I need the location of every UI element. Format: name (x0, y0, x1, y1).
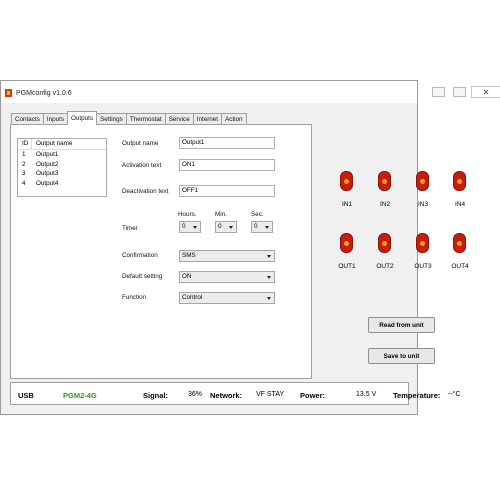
temperature-value: --°C (448, 391, 461, 398)
timer-hours-value: 0 (182, 223, 186, 230)
list-item-name: Output3 (36, 170, 59, 177)
timer-hours-select[interactable]: 0 (179, 221, 201, 233)
close-icon: ✕ (482, 87, 490, 97)
led-out2-label: OUT2 (376, 263, 394, 270)
output-name-field[interactable]: Output1 (179, 137, 275, 149)
temperature-label: Temperature: (393, 391, 441, 400)
list-item-name: Output2 (36, 160, 59, 168)
list-item[interactable]: 1 Output1 (18, 150, 106, 160)
title-bar: PGMconfig v1.0.6 ✕ (1, 81, 500, 103)
window-title: PGMconfig v1.0.6 (16, 90, 72, 97)
chevron-down-icon (267, 276, 271, 279)
timer-min-select[interactable]: 0 (215, 221, 237, 233)
chevron-down-icon (267, 297, 271, 300)
activation-text-field[interactable]: ON1 (179, 159, 275, 171)
close-button[interactable]: ✕ (471, 86, 500, 98)
led-in3-icon (416, 171, 429, 191)
confirmation-select[interactable]: SMS (179, 250, 275, 262)
timer-hours-label: Hours. (178, 211, 197, 218)
chevron-down-icon (229, 226, 233, 229)
default-setting-label: Default setting (122, 273, 163, 280)
activation-text-label: Activation text (122, 162, 162, 169)
led-out3-icon (416, 233, 429, 253)
list-item-name: Output1 (36, 151, 59, 158)
network-label: Network: (210, 391, 243, 400)
app-icon (5, 89, 12, 97)
output-list[interactable]: ID Output name 1 Output1 2 Output2 3 Out… (17, 138, 107, 197)
output-name-label: Output name (122, 140, 159, 147)
tab-outputs[interactable]: Outputs (67, 111, 98, 125)
function-value: Control (182, 294, 203, 301)
led-in2-icon (378, 171, 391, 191)
default-setting-select[interactable]: ON (179, 271, 275, 283)
network-value: VF STAY (256, 391, 285, 398)
list-item-id: 2 (22, 160, 26, 168)
timer-sec-label: Sec. (251, 211, 264, 218)
led-in2-label: IN2 (379, 201, 391, 208)
deactivation-text-field[interactable]: OFF1 (179, 185, 275, 197)
chevron-down-icon (193, 226, 197, 229)
chevron-down-icon (267, 255, 271, 258)
signal-label: Signal: (143, 391, 169, 400)
column-header-id[interactable]: ID (18, 139, 32, 149)
function-label: Function (122, 294, 147, 301)
app-window: PGMconfig v1.0.6 ✕ Contacts Inputs Outpu… (0, 80, 500, 415)
signal-value: 36% (188, 391, 203, 398)
led-out2-icon (378, 233, 391, 253)
timer-sec-value: 0 (254, 223, 258, 230)
timer-label: Timer (122, 225, 138, 232)
status-bar: USB PGM2-4G Signal: 36% Network: VF STAY… (10, 382, 461, 405)
led-in1-label: IN1 (341, 201, 353, 208)
default-setting-value: ON (182, 273, 192, 280)
led-out1-label: OUT1 (338, 263, 356, 270)
save-to-unit-button[interactable]: Save to unit (368, 348, 435, 364)
confirmation-label: Confirmation (122, 252, 158, 259)
chevron-down-icon (265, 226, 269, 229)
read-from-unit-button[interactable]: Read from unit (368, 317, 435, 333)
list-header: ID Output name (18, 139, 106, 150)
confirmation-value: SMS (182, 252, 196, 259)
led-in1-icon (340, 171, 353, 191)
timer-min-value: 0 (218, 223, 222, 230)
connection-type: USB (18, 391, 34, 400)
list-item[interactable]: 3 Output3 (18, 169, 106, 179)
device-model: PGM2-4G (63, 391, 97, 400)
function-select[interactable]: Control (179, 292, 275, 304)
led-in3-label: IN3 (417, 201, 429, 208)
column-header-name[interactable]: Output name (32, 139, 72, 149)
list-item-id: 1 (22, 151, 26, 158)
led-out3-label: OUT3 (414, 263, 432, 270)
list-item-id: 3 (22, 170, 26, 177)
led-in4-icon (453, 171, 466, 191)
deactivation-text-label: Deactivation text (122, 188, 169, 195)
timer-min-label: Min. (215, 211, 227, 218)
list-item-id: 4 (22, 179, 26, 187)
led-out1-icon (340, 233, 353, 253)
power-value: 13.5 V (356, 391, 377, 398)
led-in4-label: IN4 (454, 201, 466, 208)
outputs-panel: ID Output name 1 Output1 2 Output2 3 Out… (10, 124, 312, 379)
minimize-button[interactable] (432, 87, 445, 97)
power-label: Power: (300, 391, 326, 400)
list-item[interactable]: 4 Output4 (18, 179, 106, 189)
list-item-name: Output4 (36, 179, 59, 187)
list-item[interactable]: 2 Output2 (18, 160, 106, 170)
maximize-button[interactable] (453, 87, 466, 97)
timer-sec-select[interactable]: 0 (251, 221, 273, 233)
led-out4-label: OUT4 (451, 263, 469, 270)
led-out4-icon (453, 233, 466, 253)
